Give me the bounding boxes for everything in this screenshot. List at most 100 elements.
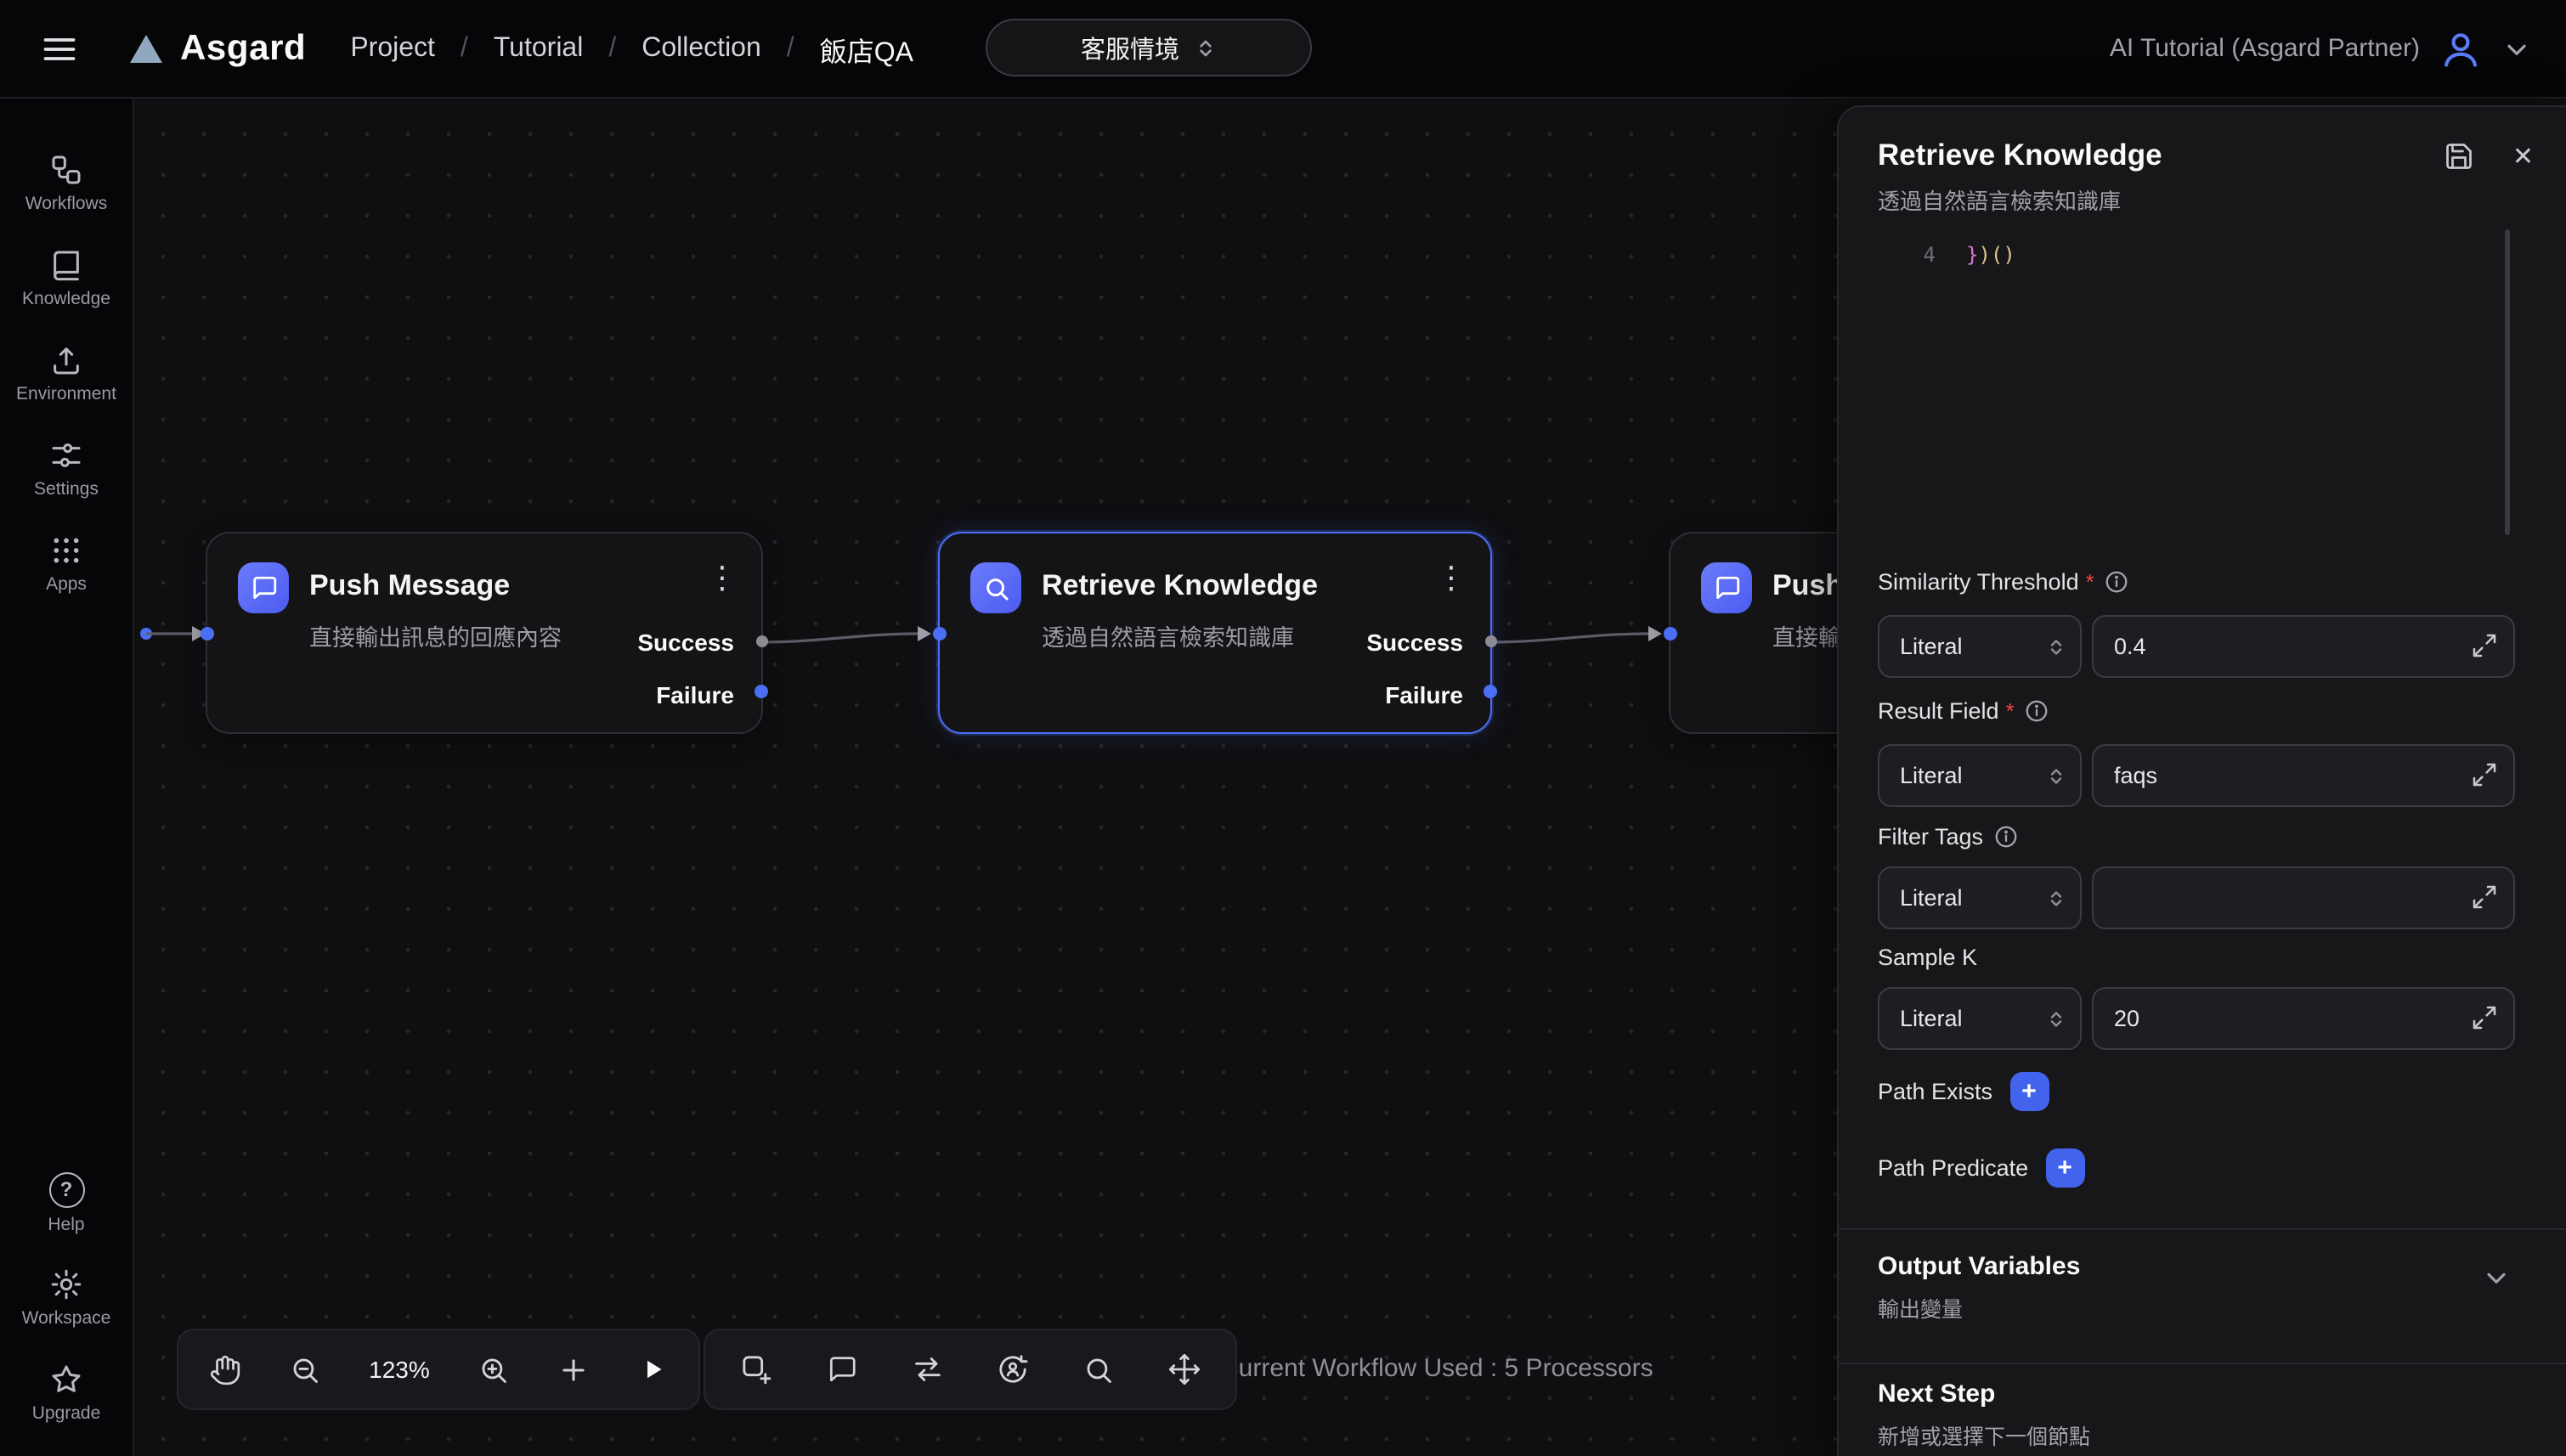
info-icon[interactable] bbox=[2105, 568, 2130, 594]
sidebar-item-help[interactable]: ? Help bbox=[0, 1160, 133, 1245]
chat-bubble-icon bbox=[826, 1353, 858, 1385]
user-avatar-button[interactable] bbox=[2439, 26, 2483, 71]
environment-selector-label: 客服情境 bbox=[1081, 30, 1179, 65]
sidebar-item-workflows[interactable]: Workflows bbox=[0, 141, 133, 226]
sidebar-item-label: Knowledge bbox=[22, 289, 110, 309]
sidebar-item-knowledge[interactable]: Knowledge bbox=[0, 236, 133, 321]
run-workflow-button[interactable] bbox=[637, 1354, 668, 1385]
code-scrollbar[interactable] bbox=[2505, 229, 2510, 535]
zoom-in-button[interactable] bbox=[478, 1353, 510, 1385]
add-node-button[interactable] bbox=[739, 1352, 773, 1386]
search-canvas-button[interactable] bbox=[1082, 1353, 1115, 1385]
workflow-node-push-message[interactable]: Push Message ⋮ 直接輸出訊息的回應內容 Success Failu… bbox=[206, 532, 763, 734]
expand-editor-button[interactable] bbox=[2471, 632, 2498, 659]
sidebar-item-settings[interactable]: Settings bbox=[0, 426, 133, 511]
breadcrumb-separator: / bbox=[461, 33, 468, 64]
expand-editor-button[interactable] bbox=[2471, 761, 2498, 788]
failure-output-port[interactable] bbox=[755, 685, 768, 698]
node-menu-button[interactable]: ⋮ bbox=[1436, 562, 1467, 593]
input-port[interactable] bbox=[933, 627, 947, 641]
connections-button[interactable] bbox=[910, 1352, 944, 1386]
add-button[interactable] bbox=[557, 1353, 590, 1385]
select-chevrons-icon bbox=[2046, 1008, 2066, 1029]
input-port[interactable] bbox=[201, 627, 214, 641]
path-exists-row: Path Exists + bbox=[1878, 1070, 2049, 1111]
select-value: Literal bbox=[1900, 885, 1963, 911]
node-subtitle: 透過自然語言檢索知識庫 bbox=[1042, 618, 1294, 652]
info-icon[interactable] bbox=[2025, 697, 2050, 723]
sidebar-item-upgrade[interactable]: Upgrade bbox=[0, 1351, 133, 1436]
add-path-predicate-button[interactable]: + bbox=[2045, 1148, 2084, 1187]
success-port-label: Success bbox=[637, 629, 734, 656]
field-label-text: Result Field bbox=[1878, 697, 1999, 723]
filter-tags-input[interactable] bbox=[2094, 868, 2513, 928]
breadcrumb-project[interactable]: Project bbox=[350, 33, 435, 64]
message-node-icon bbox=[1701, 562, 1752, 613]
failure-output-port[interactable] bbox=[1484, 685, 1497, 698]
sidebar-item-workspace[interactable]: Workspace bbox=[0, 1256, 133, 1340]
similarity-threshold-input[interactable] bbox=[2094, 617, 2513, 676]
add-path-exists-button[interactable]: + bbox=[2009, 1071, 2049, 1110]
menu-button[interactable] bbox=[31, 20, 88, 77]
sample-k-input[interactable] bbox=[2094, 989, 2513, 1048]
info-icon[interactable] bbox=[1993, 823, 2019, 849]
failure-port-label: Failure bbox=[656, 681, 734, 708]
chevron-down-icon bbox=[2501, 33, 2532, 64]
output-variables-section[interactable]: Output Variables 輸出變量 bbox=[1878, 1252, 2512, 1323]
sidebar-item-environment[interactable]: Environment bbox=[0, 331, 133, 416]
sidebar-item-label: Workflows bbox=[25, 194, 107, 214]
select-value: Literal bbox=[1900, 763, 1963, 788]
workflow-node-retrieve-knowledge[interactable]: Retrieve Knowledge ⋮ 透過自然語言檢索知識庫 Success… bbox=[938, 532, 1492, 734]
pan-hand-button[interactable] bbox=[209, 1353, 241, 1385]
save-button[interactable] bbox=[2444, 141, 2475, 172]
required-asterisk: * bbox=[2006, 697, 2015, 723]
close-panel-button[interactable]: ✕ bbox=[2512, 144, 2534, 169]
breadcrumb-collection[interactable]: Collection bbox=[642, 33, 761, 64]
field-label-filter-tags: Filter Tags bbox=[1878, 821, 2019, 851]
sidebar-item-label: Workspace bbox=[22, 1308, 111, 1329]
field-label-similarity-threshold: Similarity Threshold * bbox=[1878, 566, 2130, 596]
section-divider bbox=[1839, 1228, 2566, 1230]
swap-arrows-icon bbox=[910, 1352, 944, 1386]
result-field-type-select[interactable]: Literal bbox=[1878, 744, 2082, 807]
move-cross-icon bbox=[1167, 1352, 1201, 1386]
sidebar-item-label: Settings bbox=[34, 479, 99, 499]
select-chevrons-icon bbox=[2046, 765, 2066, 786]
sidebar-item-label: Apps bbox=[46, 574, 87, 595]
filter-tags-type-select[interactable]: Literal bbox=[1878, 866, 2082, 929]
rerun-agent-button[interactable] bbox=[997, 1352, 1031, 1386]
breadcrumb-current[interactable]: 飯店QA bbox=[820, 28, 913, 69]
breadcrumb-tutorial[interactable]: Tutorial bbox=[494, 33, 584, 64]
zoom-out-button[interactable] bbox=[289, 1353, 321, 1385]
environment-icon bbox=[49, 343, 83, 377]
chat-bubble-icon bbox=[1712, 573, 1741, 602]
expand-editor-button[interactable] bbox=[2471, 1004, 2498, 1031]
panel-title: Retrieve Knowledge bbox=[1878, 138, 2162, 173]
breadcrumb-separator: / bbox=[787, 33, 794, 64]
add-message-button[interactable] bbox=[826, 1353, 858, 1385]
success-output-port[interactable] bbox=[1485, 635, 1497, 647]
similarity-threshold-type-select[interactable]: Literal bbox=[1878, 615, 2082, 678]
next-step-section[interactable]: Next Step 新增或選擇下一個節點 bbox=[1878, 1380, 2512, 1451]
zoom-in-icon bbox=[478, 1353, 510, 1385]
expand-editor-button[interactable] bbox=[2471, 883, 2498, 911]
code-editor[interactable]: 4 })() bbox=[1878, 219, 2512, 542]
logo-triangle-icon bbox=[126, 28, 167, 69]
sidebar-item-apps[interactable]: Apps bbox=[0, 522, 133, 607]
environment-selector[interactable]: 客服情境 bbox=[986, 19, 1312, 76]
sample-k-type-select[interactable]: Literal bbox=[1878, 987, 2082, 1050]
plus-glyph: + bbox=[2021, 1078, 2037, 1103]
logo[interactable]: Asgard bbox=[126, 28, 306, 69]
path-predicate-label: Path Predicate bbox=[1878, 1154, 2028, 1180]
move-mode-button[interactable] bbox=[1167, 1352, 1201, 1386]
chevron-down-icon[interactable] bbox=[2481, 1262, 2512, 1293]
field-label-result-field: Result Field * bbox=[1878, 695, 2050, 725]
input-port[interactable] bbox=[1664, 627, 1677, 641]
success-output-port[interactable] bbox=[756, 635, 768, 647]
help-icon: ? bbox=[48, 1171, 84, 1207]
zoom-level[interactable]: 123% bbox=[369, 1356, 430, 1383]
result-field-input[interactable] bbox=[2094, 746, 2513, 805]
account-menu-button[interactable] bbox=[2501, 33, 2532, 64]
logo-text: Asgard bbox=[180, 28, 306, 69]
node-menu-button[interactable]: ⋮ bbox=[707, 562, 738, 593]
